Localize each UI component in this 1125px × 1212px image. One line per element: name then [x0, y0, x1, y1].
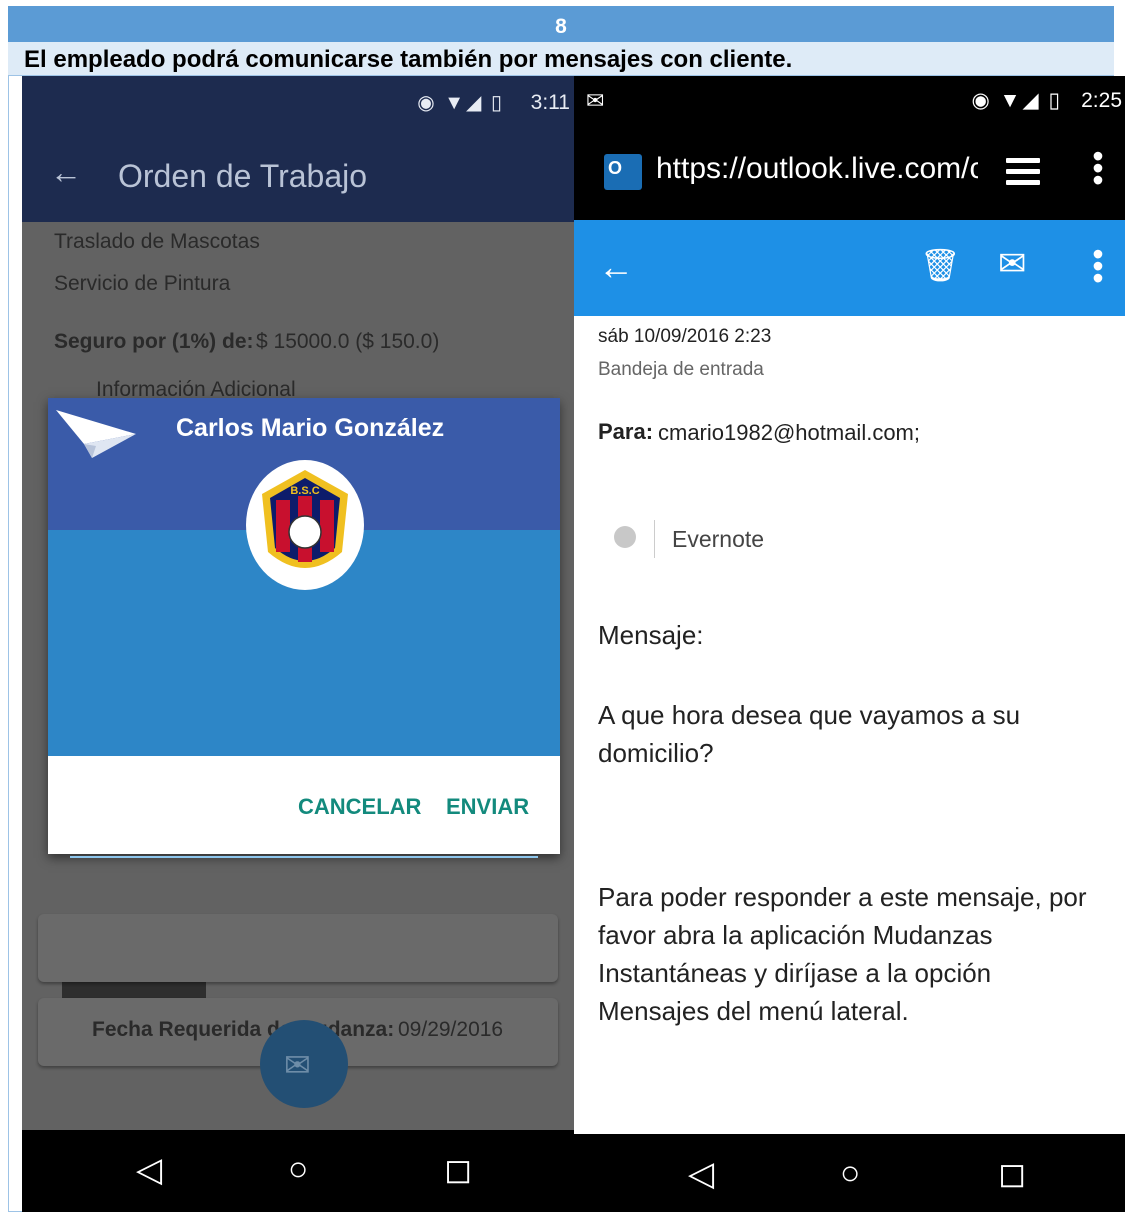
trash-icon[interactable]: 🗑	[920, 246, 961, 284]
recents-square-icon[interactable]: ◻	[998, 1154, 1026, 1194]
back-triangle-icon[interactable]: ◁	[688, 1154, 714, 1194]
input-underline	[70, 856, 538, 858]
status-bar: ✉ ◉ ▼◢ ▯ 2:25	[574, 76, 1125, 124]
home-circle-icon[interactable]: ○	[840, 1154, 861, 1193]
contact-avatar: B.S.C	[246, 460, 364, 590]
mark-read-icon[interactable]: ✉	[998, 244, 1027, 284]
mail-icon: ✉	[284, 1047, 311, 1083]
url-field[interactable]: https://outlook.live.com/c	[656, 152, 978, 186]
send-message-fab[interactable]: ✉	[260, 1020, 348, 1108]
info-card	[38, 914, 558, 982]
paper-plane-icon	[56, 410, 136, 458]
left-phone-screenshot: ◉ ▼◢ ▯ 3:11 ← Orden de Trabajo Traslado …	[22, 76, 574, 1212]
tabs-icon[interactable]	[1006, 158, 1040, 186]
recipient-email[interactable]: cmario1982@hotmail.com;	[658, 420, 920, 446]
caption-text: El empleado podrá comunicarse también po…	[24, 46, 793, 73]
email-date: sáb 10/09/2016 2:23	[598, 326, 772, 347]
status-time: 3:11	[530, 91, 570, 114]
status-icons: ◉ ▼◢ ▯	[417, 92, 504, 114]
insurance-label: Seguro por (1%) de:	[54, 330, 254, 353]
more-options-icon[interactable]: • • •	[1090, 238, 1106, 294]
send-button[interactable]: ENVIAR	[446, 794, 529, 820]
outlook-favicon-icon: O	[604, 154, 642, 190]
right-phone-screenshot: ✉ ◉ ▼◢ ▯ 2:25 O https://outlook.live.com…	[574, 76, 1125, 1212]
back-arrow-icon[interactable]: ←	[50, 154, 82, 191]
contact-name: Carlos Mario González	[176, 414, 445, 442]
club-crest-icon: B.S.C	[262, 470, 348, 568]
date-value: 09/29/2016	[398, 1018, 504, 1041]
android-nav-bar: ◁ ○ ◻	[574, 1134, 1125, 1212]
mail-app-bar: ← 🗑 ✉ • • •	[574, 220, 1125, 316]
crest-text: B.S.C	[290, 485, 319, 497]
step-number-header: 8	[8, 6, 1114, 42]
home-circle-icon[interactable]: ○	[288, 1150, 309, 1189]
back-triangle-icon[interactable]: ◁	[136, 1150, 162, 1190]
evernote-addin[interactable]: Evernote	[672, 526, 764, 553]
cancel-button[interactable]: CANCELAR	[298, 794, 421, 820]
message-body: A que hora desea que vayamos a su domici…	[598, 700, 1021, 768]
evernote-icon[interactable]	[614, 526, 636, 548]
insurance-value: $ 15000.0 ($ 150.0)	[256, 330, 440, 353]
status-icons: ◉ ▼◢ ▯	[971, 89, 1062, 112]
additional-info-label: Información Adicional	[96, 378, 296, 398]
toolbar-title: Orden de Trabajo	[118, 158, 368, 194]
message-label: Mensaje:	[598, 620, 704, 650]
browser-menu-icon[interactable]: • • •	[1090, 140, 1106, 196]
date-label: Fecha Requerida de Mudanza:	[92, 1018, 395, 1041]
status-time: 2:25	[1081, 89, 1122, 112]
caption-row: El empleado podrá comunicarse también po…	[8, 42, 1114, 76]
message-dialog: Carlos Mario González A que hora desea q…	[48, 398, 560, 858]
app-toolbar: ← Orden de Trabajo	[22, 130, 574, 222]
reply-instructions: Para poder responder a este mensaje, por…	[598, 882, 1087, 1026]
service-item: Servicio de Pintura	[54, 272, 231, 295]
service-item: Traslado de Mascotas	[54, 230, 260, 253]
recents-square-icon[interactable]: ◻	[444, 1150, 472, 1190]
back-arrow-icon[interactable]: ←	[598, 246, 634, 288]
divider	[654, 520, 655, 558]
status-bar: ◉ ▼◢ ▯ 3:11	[22, 76, 574, 130]
mail-notification-icon: ✉	[586, 88, 605, 113]
email-folder: Bandeja de entrada	[598, 359, 764, 380]
document-page: 8 El empleado podrá comunicarse también …	[0, 0, 1125, 1212]
android-nav-bar: ◁ ○ ◻	[22, 1130, 574, 1212]
browser-url-bar: O https://outlook.live.com/c • • •	[574, 124, 1125, 220]
recipient-label: Para:	[598, 419, 654, 444]
